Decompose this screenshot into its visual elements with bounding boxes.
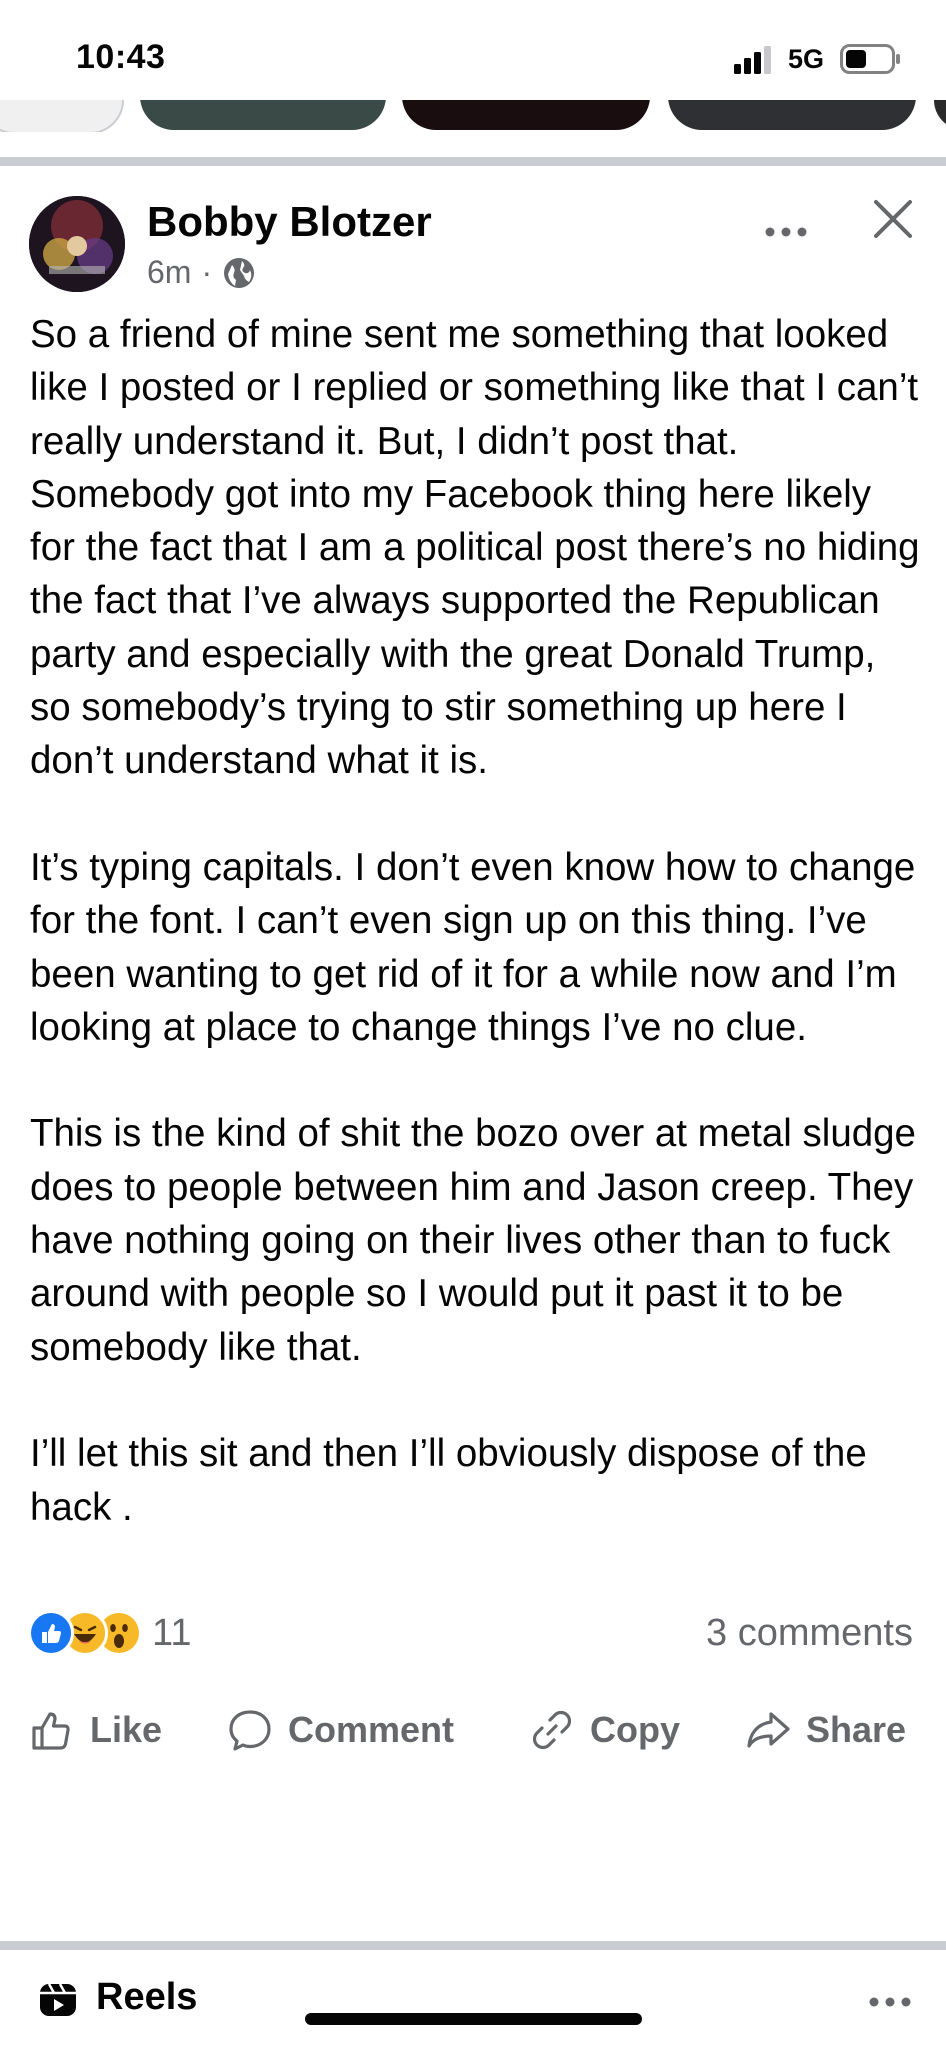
share-button[interactable]: Share — [744, 1690, 906, 1770]
story-card[interactable] — [668, 100, 916, 130]
comments-count-link[interactable]: 3 comments — [706, 1612, 913, 1655]
post-body: So a friend of mine sent me something th… — [30, 308, 920, 1534]
share-arrow-icon — [747, 1712, 790, 1748]
post-paragraph: It’s typing capitals. I don’t even know … — [30, 845, 916, 1049]
share-label: Share — [806, 1709, 907, 1750]
section-divider — [0, 1941, 946, 1950]
section-divider — [0, 157, 946, 166]
avatar[interactable] — [29, 196, 125, 292]
reels-section-header: Reels — [0, 1950, 946, 2048]
post-paragraph: This is the kind of shit the bozo over a… — [30, 1112, 916, 1369]
reels-icon — [40, 1983, 76, 2016]
network-type: 5G — [788, 44, 825, 74]
reactions-summary[interactable]: 11 — [28, 1610, 191, 1656]
reaction-count: 11 — [152, 1611, 192, 1654]
post: Bobby Blotzer 6m · So a friend of mine s… — [0, 166, 946, 1941]
post-meta: 6m · — [147, 254, 256, 291]
comment-label: Comment — [288, 1709, 455, 1750]
comment-bubble-icon — [229, 1710, 271, 1751]
reels-more-options-icon[interactable] — [868, 1996, 912, 2008]
copy-label: Copy — [590, 1709, 680, 1750]
comment-button[interactable]: Comment — [226, 1690, 454, 1770]
post-actions: Like Comment Copy Share — [0, 1690, 946, 1770]
like-reaction-icon — [28, 1610, 74, 1656]
story-card[interactable] — [140, 100, 386, 130]
battery-icon — [840, 44, 900, 74]
signal-icon — [734, 46, 771, 74]
close-icon[interactable] — [870, 196, 916, 242]
thumbs-up-icon — [32, 1712, 70, 1750]
story-card[interactable] — [402, 100, 650, 130]
home-indicator[interactable] — [305, 2013, 642, 2025]
stories-strip[interactable] — [0, 100, 946, 132]
status-bar: 10:43 5G — [0, 0, 946, 110]
copy-button[interactable]: Copy — [528, 1690, 680, 1770]
more-dots-icon — [765, 227, 807, 237]
link-icon — [532, 1710, 572, 1750]
more-options-button[interactable] — [762, 208, 810, 256]
status-time: 10:43 — [76, 38, 166, 76]
like-label: Like — [90, 1709, 163, 1750]
like-button[interactable]: Like — [28, 1690, 162, 1770]
post-paragraph: I’ll let this sit and then I’ll obviousl… — [30, 1432, 867, 1529]
meta-separator: · — [201, 254, 213, 290]
post-timestamp[interactable]: 6m — [147, 254, 191, 291]
reels-title[interactable]: Reels — [96, 1976, 197, 2019]
globe-icon — [224, 257, 255, 288]
post-author[interactable]: Bobby Blotzer — [147, 198, 432, 246]
post-paragraph: So a friend of mine sent me something th… — [30, 313, 920, 783]
story-card[interactable] — [934, 100, 946, 130]
story-card[interactable] — [0, 100, 124, 132]
